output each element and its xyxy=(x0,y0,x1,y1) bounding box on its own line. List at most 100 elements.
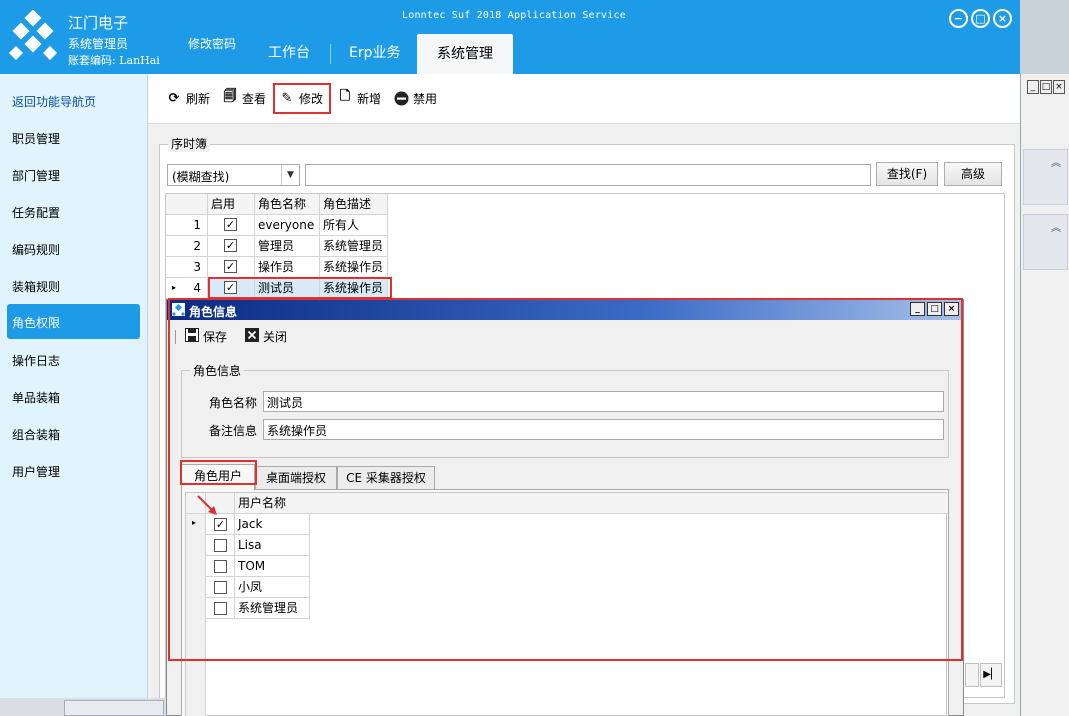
search-input[interactable] xyxy=(305,164,871,186)
sidebar-back-link[interactable]: 返回功能导航页 xyxy=(12,93,96,110)
enabled-cell[interactable]: ✓ xyxy=(208,257,255,278)
role-desc-cell[interactable]: 所有人 xyxy=(320,215,388,236)
maximize-icon[interactable]: □ xyxy=(927,302,942,316)
role-name-field[interactable]: 测试员 xyxy=(263,391,944,412)
user-check-cell[interactable] xyxy=(206,556,235,577)
sidebar-item-operation-log[interactable]: 操作日志 xyxy=(12,352,60,369)
user-name-cell[interactable]: 系统管理员 xyxy=(235,598,310,619)
background-window: _ □ × ︽ ︽ xyxy=(1020,74,1069,716)
refresh-button[interactable]: ⟳ 刷新 xyxy=(166,88,210,108)
user-name-cell[interactable]: Jack xyxy=(235,514,310,535)
close-label: 关闭 xyxy=(263,330,288,344)
add-document-icon: 🗋 xyxy=(339,89,351,104)
role-name-cell[interactable]: everyone xyxy=(255,215,320,236)
minimize-icon[interactable]: _ xyxy=(910,302,925,316)
checkbox-unchecked[interactable] xyxy=(214,602,227,615)
table-row[interactable]: 1 ✓ everyone 所有人 xyxy=(166,215,388,236)
group-title: 序时簿 xyxy=(168,135,211,152)
add-button[interactable]: 🗋 新增 xyxy=(337,88,381,108)
role-desc-cell[interactable]: 系统管理员 xyxy=(320,236,388,257)
sidebar-item-packing-rules[interactable]: 装箱规则 xyxy=(12,278,60,295)
disable-icon xyxy=(393,90,409,106)
dialog-titlebar[interactable]: 角色信息 _ □ × xyxy=(167,300,963,320)
checkbox-unchecked[interactable] xyxy=(214,581,227,594)
role-desc-cell[interactable]: 系统操作员 xyxy=(320,257,388,278)
checkbox-checked[interactable]: ✓ xyxy=(224,218,237,231)
column-header-enabled[interactable]: 启用 xyxy=(208,194,255,215)
sidebar-item-users[interactable]: 用户管理 xyxy=(12,463,60,480)
column-header-role-name[interactable]: 角色名称 xyxy=(255,194,320,215)
role-info-dialog: 角色信息 _ □ × 保存 关闭 角色信息 角色名称 测试员 备注信息 系统操作… xyxy=(166,299,964,716)
checkbox-unchecked[interactable] xyxy=(214,539,227,552)
user-grid: 用户名称 ▸ ✓ Jack Lisa TOM 小凤 系统管理员 xyxy=(185,492,948,716)
advanced-button[interactable]: 高级 xyxy=(944,162,1002,186)
role-name-cell[interactable]: 操作员 xyxy=(255,257,320,278)
user-name-cell[interactable]: TOM xyxy=(235,556,310,577)
tab-ce-collector-auth[interactable]: CE 采集器授权 xyxy=(337,466,435,490)
close-icon[interactable]: × xyxy=(944,302,959,316)
pager-segment[interactable] xyxy=(965,663,979,687)
sidebar-item-departments[interactable]: 部门管理 xyxy=(12,167,60,184)
close-icon[interactable]: × xyxy=(1053,80,1065,94)
checkbox-checked[interactable]: ✓ xyxy=(224,239,237,252)
checkbox-checked[interactable]: ✓ xyxy=(214,518,227,531)
role-name-cell[interactable]: 管理员 xyxy=(255,236,320,257)
column-header-user-name[interactable]: 用户名称 xyxy=(235,493,948,514)
chevron-up-icon[interactable]: ︽ xyxy=(1051,154,1061,169)
user-check-cell[interactable] xyxy=(206,598,235,619)
app-header: 江门电子 系统管理员 账套编码: LanHai 修改密码 Lonntec Suf… xyxy=(0,0,1020,74)
table-row[interactable]: 3 ✓ 操作员 系统操作员 xyxy=(166,257,388,278)
taskbar-tab[interactable] xyxy=(64,700,164,716)
user-check-cell[interactable] xyxy=(206,535,235,556)
row-pointer-icon: ▸ xyxy=(172,283,177,292)
chevron-up-icon[interactable]: ︽ xyxy=(1051,219,1061,234)
column-header-role-desc[interactable]: 角色描述 xyxy=(320,194,388,215)
user-name-cell[interactable]: 小凤 xyxy=(235,577,310,598)
view-button[interactable]: 🗐 查看 xyxy=(222,88,267,108)
minimize-icon[interactable]: − xyxy=(949,9,968,28)
maximize-icon[interactable]: □ xyxy=(1040,80,1052,94)
selected-row-highlight-box xyxy=(208,277,392,299)
row-header-corner xyxy=(166,194,208,215)
sidebar-item-coding-rules[interactable]: 编码规则 xyxy=(12,241,60,258)
red-arrow-annotation-icon xyxy=(197,495,217,515)
tab-workbench[interactable]: 工作台 xyxy=(268,42,310,62)
sidebar-item-staff[interactable]: 职员管理 xyxy=(12,130,60,147)
close-button[interactable]: 关闭 xyxy=(245,328,287,345)
sidebar-item-single-packing[interactable]: 单品装箱 xyxy=(12,389,60,406)
remark-field[interactable]: 系统操作员 xyxy=(263,419,944,440)
role-name-label: 角色名称 xyxy=(209,396,258,410)
enabled-cell[interactable]: ✓ xyxy=(208,215,255,236)
view-icon: 🗐 xyxy=(223,89,237,104)
search-mode-value: (模糊查找) xyxy=(172,170,230,184)
change-password-link[interactable]: 修改密码 xyxy=(188,35,236,52)
user-name-cell[interactable]: Lisa xyxy=(235,535,310,556)
next-page-button[interactable]: ▶▏ xyxy=(980,663,1002,687)
enabled-cell[interactable]: ✓ xyxy=(208,236,255,257)
disable-button[interactable]: 禁用 xyxy=(393,88,437,108)
tab-system-management[interactable]: 系统管理 xyxy=(417,34,513,74)
role-info-fieldset: 角色信息 角色名称 测试员 备注信息 系统操作员 xyxy=(181,362,949,458)
add-label: 新增 xyxy=(357,91,382,106)
account-code: 账套编码: LanHai xyxy=(68,54,160,67)
minimize-icon[interactable]: _ xyxy=(1027,80,1039,94)
checkbox-unchecked[interactable] xyxy=(214,560,227,573)
background-window-controls: _ □ × xyxy=(1027,80,1065,96)
tab-erp[interactable]: Erp业务 xyxy=(349,42,401,62)
find-button[interactable]: 查找(F) xyxy=(876,162,938,186)
sidebar-item-tasks[interactable]: 任务配置 xyxy=(12,204,60,221)
search-mode-select[interactable]: (模糊查找) ▼ xyxy=(167,164,300,186)
row-indicator: ▸ 4 xyxy=(166,278,208,299)
tab-desktop-auth[interactable]: 桌面端授权 xyxy=(255,466,337,490)
close-icon[interactable]: × xyxy=(993,9,1012,28)
sidebar-item-role-permissions[interactable]: 角色权限 xyxy=(7,304,140,339)
save-button[interactable]: 保存 xyxy=(185,328,227,345)
user-check-cell[interactable] xyxy=(206,577,235,598)
checkbox-checked[interactable]: ✓ xyxy=(224,260,237,273)
restore-icon[interactable]: □ xyxy=(971,9,990,28)
sidebar-item-combo-packing[interactable]: 组合装箱 xyxy=(12,426,60,443)
table-row[interactable]: 2 ✓ 管理员 系统管理员 xyxy=(166,236,388,257)
save-icon xyxy=(185,328,199,345)
chevron-down-icon[interactable]: ▼ xyxy=(281,165,299,185)
fieldset-title: 角色信息 xyxy=(190,362,245,379)
